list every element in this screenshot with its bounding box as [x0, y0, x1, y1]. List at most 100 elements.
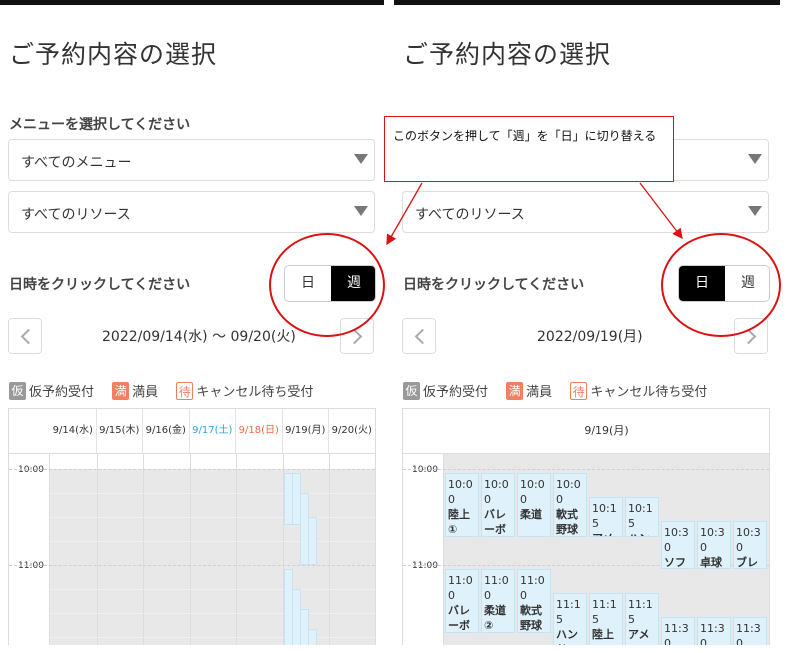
slot-name: バレーボ [448, 604, 470, 632]
slot-time: 11:00 [484, 574, 509, 602]
time-column: 10:00 11:00 [403, 453, 444, 645]
slot-name: 柔道 [520, 508, 542, 521]
slot-time: 11:15 [592, 598, 617, 626]
slot-time: 11:15 [556, 598, 581, 626]
day-column-divider [236, 453, 237, 645]
week-calendar-grid: 10:00 11:00 9/14(水) 9/15(木) 9/16(金) 9/17(土)… [8, 408, 376, 645]
slot-time: 11:30 [736, 622, 761, 645]
day-header: 9/19(月) [444, 409, 769, 453]
day-column-divider [143, 453, 144, 645]
slot-time: 11:15 [628, 598, 653, 626]
day-column-divider [329, 453, 330, 645]
annotation-callout: このボタンを押して「週」を「日」に切り替える [384, 116, 674, 182]
date-label: 日時をクリックしてください [403, 277, 585, 293]
resource-select[interactable]: すべてのリソース [402, 191, 769, 233]
legend-item-waitlist: 待キャンセル待ち受付 [176, 381, 313, 400]
day-column-header: 9/14(水) [50, 409, 97, 453]
slot-time: 11:30 [700, 622, 725, 645]
reservation-slot[interactable]: 11:30 [733, 617, 767, 645]
slot-name: 卓球① [700, 556, 722, 569]
full-badge: 満 [506, 381, 524, 400]
quarter-line [50, 637, 375, 638]
reservation-slot[interactable]: 10:15ハンドボ [625, 497, 659, 537]
header-divider [403, 453, 769, 454]
chevron-left-icon [20, 328, 37, 345]
slot-time: 10:00 [484, 478, 509, 506]
prev-button[interactable] [402, 318, 436, 354]
slot-name: ハンド [556, 628, 578, 645]
reservation-slot[interactable]: 11:00 柔道② [481, 569, 515, 633]
legend: 仮仮予約受付 満満員 待キャンセル待ち受付 [9, 381, 327, 401]
slot-name: 陸上① [448, 508, 470, 536]
slot-time: 10:15 [628, 502, 653, 530]
slot-time: 10:00 [520, 478, 545, 506]
chevron-left-icon [414, 328, 431, 345]
reservation-slot[interactable]: 11:00 軟式野球 [517, 569, 551, 633]
reservation-slot[interactable]: 11:15 アメ [625, 593, 659, 645]
day-column-header: 9/17(土) [190, 409, 236, 453]
day-column-header: 9/15(木) [97, 409, 143, 453]
slot-name: アメ [628, 628, 650, 641]
chevron-down-icon [354, 206, 368, 216]
reservation-slot[interactable]: 11:30 [697, 617, 731, 645]
menu-label: メニューを選択してください [9, 117, 191, 133]
time-column: 10:00 11:00 [9, 453, 50, 645]
slot-name: 柔道② [484, 604, 506, 632]
date-label: 日時をクリックしてください [9, 277, 191, 293]
time-label: 10:00 [18, 465, 44, 475]
reservation-slot[interactable]: 10:00 バレーボ [481, 473, 515, 537]
waitlist-badge: 待 [176, 381, 194, 400]
resource-select-value: すべてのリソース [415, 207, 525, 223]
day-column-header: 9/19(月) [283, 409, 329, 453]
reservation-slot[interactable]: 10:30 卓球① [697, 521, 731, 569]
slot-time: 10:00 [448, 478, 473, 506]
reservation-slot[interactable]: 11:30 [661, 617, 695, 645]
reservation-slot[interactable]: 11:15 ハンド [553, 593, 587, 645]
quarter-line [50, 517, 375, 518]
date-range: 2022/09/19(月) [537, 329, 643, 345]
time-label: 10:00 [412, 465, 438, 475]
annotation-circle-right [661, 233, 781, 337]
legend-item-full: 満満員 [112, 381, 158, 400]
legend-item-full: 満満員 [506, 381, 552, 400]
reservation-slot[interactable]: 11:15 陸上 [589, 593, 623, 645]
prev-button[interactable] [8, 318, 42, 354]
slot-time: 11:30 [664, 622, 689, 645]
full-badge: 満 [112, 381, 130, 400]
slot-time: 11:00 [448, 574, 473, 602]
time-label: 11:00 [412, 561, 438, 571]
menu-select-value: すべてのメニュー [21, 155, 132, 171]
provisional-badge: 仮 [9, 381, 26, 400]
page-title: ご予約内容の選択 [9, 40, 218, 69]
slot-name: アメフト [592, 531, 620, 536]
legend: 仮仮予約受付 満満員 待キャンセル待ち受付 [403, 381, 721, 401]
slot-time: 10:00 [556, 478, 581, 506]
quarter-line [50, 493, 375, 494]
reservation-slot[interactable]: 10:00 軟式野球 [553, 473, 587, 537]
legend-item-waitlist: 待キャンセル待ち受付 [570, 381, 707, 400]
day-column-divider [189, 453, 191, 645]
chevron-down-icon [354, 154, 368, 164]
reservation-slot[interactable]: 10:00 陸上① [445, 473, 479, 537]
open-slot [307, 517, 317, 565]
day-column-divider [376, 453, 377, 645]
slot-time: 10:15 [592, 502, 617, 530]
slot-time: 10:30 [736, 526, 761, 554]
resource-select[interactable]: すべてのリソース [8, 191, 375, 233]
legend-item-provisional: 仮仮予約受付 [9, 381, 94, 400]
quarter-line [50, 541, 375, 542]
reservation-slot[interactable]: 10:15アメフト [589, 497, 623, 537]
reservation-slot[interactable]: 11:00 バレーボ [445, 569, 479, 633]
hour-line [9, 565, 375, 566]
slot-name: 陸上 [592, 628, 614, 641]
reservation-slot[interactable]: 10:30 ブレイク [733, 521, 767, 569]
header-divider [9, 453, 375, 454]
slot-time: 10:30 [700, 526, 725, 554]
slot-time: 11:00 [520, 574, 545, 602]
menu-select[interactable]: すべてのメニュー [8, 139, 375, 181]
chevron-down-icon [748, 154, 762, 164]
reservation-slot[interactable]: 10:00 柔道 [517, 473, 551, 537]
annotation-circle-left [269, 233, 385, 337]
reservation-slot[interactable]: 10:30 ソフトボ [661, 521, 695, 569]
page-title: ご予約内容の選択 [403, 40, 612, 69]
